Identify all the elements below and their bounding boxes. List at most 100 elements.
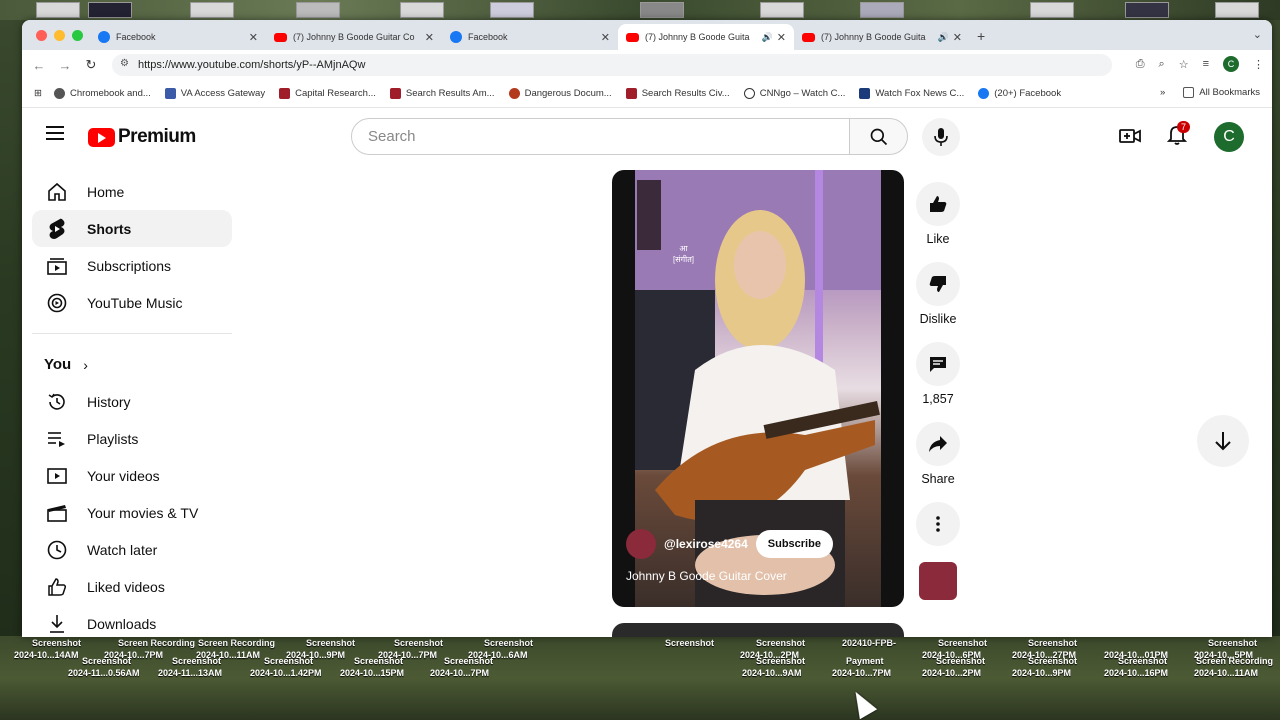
sidebar-item-watch-later[interactable]: Watch later <box>32 531 232 568</box>
search-input[interactable]: Search <box>351 118 851 155</box>
desktop-file-thumbnail[interactable] <box>1125 2 1169 18</box>
zoom-icon[interactable]: ⌕ <box>1159 58 1165 71</box>
sidebar-you-header[interactable]: You › <box>32 346 232 383</box>
desktop-file-thumbnail[interactable] <box>36 2 80 18</box>
desktop-file-name[interactable]: Screenshot <box>936 656 985 666</box>
desktop-file-name[interactable]: Payment <box>846 656 884 666</box>
share-button[interactable] <box>916 422 960 466</box>
desktop-file-thumbnail[interactable] <box>88 2 132 18</box>
desktop-file-thumbnail[interactable] <box>190 2 234 18</box>
media-controls-icon[interactable]: ≡ <box>1203 58 1209 70</box>
sound-thumbnail[interactable] <box>919 562 957 600</box>
subscribe-button[interactable]: Subscribe <box>755 530 833 558</box>
bookmark-item[interactable]: Chromebook and... <box>53 88 151 99</box>
bookmark-item[interactable]: Watch Fox News C... <box>859 88 964 99</box>
next-short-preview[interactable] <box>612 623 904 637</box>
bookmark-item[interactable]: (20+) Facebook <box>978 88 1061 99</box>
close-tab-icon[interactable]: ✕ <box>601 31 610 44</box>
comments-button[interactable] <box>916 342 960 386</box>
desktop-file-name[interactable]: Screenshot <box>1118 656 1167 666</box>
desktop-file-name[interactable]: Screenshot <box>665 638 714 648</box>
desktop-file-name[interactable]: Screenshot <box>264 656 313 666</box>
desktop-file-name[interactable]: Screen Recording <box>118 638 195 648</box>
desktop-file-name[interactable]: Screenshot <box>82 656 131 666</box>
desktop-file-name[interactable]: Screen Recording <box>198 638 275 648</box>
desktop-file-name[interactable]: Screenshot <box>1208 638 1257 648</box>
channel-avatar[interactable] <box>626 529 656 559</box>
desktop-file-name[interactable]: 202410-FPB- <box>842 638 896 648</box>
account-avatar[interactable]: C <box>1214 122 1244 152</box>
desktop-file-name[interactable]: Screenshot <box>1028 638 1077 648</box>
sidebar-item-your-videos[interactable]: Your videos <box>32 457 232 494</box>
bookmark-item[interactable]: VA Access Gateway <box>164 88 265 99</box>
sidebar-item-shorts[interactable]: Shorts <box>32 210 232 247</box>
desktop-file-thumbnail[interactable] <box>1030 2 1074 18</box>
desktop-file-name[interactable]: Screenshot <box>484 638 533 648</box>
all-bookmarks-button[interactable]: All Bookmarks <box>1183 87 1260 98</box>
back-icon[interactable]: ← <box>26 58 52 73</box>
desktop-file-name[interactable]: Screenshot <box>354 656 403 666</box>
desktop-file-name[interactable]: Screenshot <box>32 638 81 648</box>
new-tab-icon[interactable]: + <box>977 28 985 44</box>
sidebar-item-liked-videos[interactable]: Liked videos <box>32 568 232 605</box>
speaker-icon[interactable]: 🔊 <box>938 32 949 43</box>
more-bookmarks-icon[interactable]: » <box>1160 87 1165 98</box>
desktop-file-name[interactable]: Screenshot <box>756 638 805 648</box>
menu-icon[interactable] <box>46 126 64 144</box>
channel-name[interactable]: @lexirose4264 <box>664 537 748 551</box>
browser-tab[interactable]: Facebook ✕ <box>90 24 266 50</box>
browser-tab[interactable]: (7) Johnny B Goode Guitar Co ✕ <box>266 24 442 50</box>
close-tab-icon[interactable]: ✕ <box>777 31 786 44</box>
forward-icon[interactable]: → <box>52 58 78 73</box>
bookmark-item[interactable]: Dangerous Docum... <box>508 88 612 99</box>
desktop-file-thumbnail[interactable] <box>640 2 684 18</box>
browser-tab[interactable]: (7) Johnny B Goode Guita 🔊 ✕ <box>794 24 970 50</box>
desktop-file-thumbnail[interactable] <box>1215 2 1259 18</box>
short-video-player[interactable]: आ [संगीत] @lexirose4264 Subscribe Johnny… <box>612 170 904 607</box>
bookmark-item[interactable]: CNNgo – Watch C... <box>743 88 845 99</box>
bookmark-star-icon[interactable]: ☆ <box>1179 58 1189 71</box>
desktop-file-name[interactable]: Screenshot <box>756 656 805 666</box>
dislike-button[interactable] <box>916 262 960 306</box>
like-button[interactable] <box>916 182 960 226</box>
desktop-file-name[interactable]: Screenshot <box>1028 656 1077 666</box>
desktop-file-name[interactable]: Screenshot <box>306 638 355 648</box>
sidebar-item-subscriptions[interactable]: Subscriptions <box>32 247 232 284</box>
desktop-file-name[interactable]: Screenshot <box>938 638 987 648</box>
youtube-logo[interactable]: Premium <box>88 126 196 148</box>
sidebar-item-playlists[interactable]: Playlists <box>32 420 232 457</box>
next-short-button[interactable] <box>1197 415 1249 467</box>
profile-avatar[interactable]: C <box>1223 56 1239 72</box>
browser-tab[interactable]: Facebook ✕ <box>442 24 618 50</box>
sidebar-item-history[interactable]: History <box>32 383 232 420</box>
close-tab-icon[interactable]: ✕ <box>425 31 434 44</box>
sidebar-item-movies-tv[interactable]: Your movies & TV <box>32 494 232 531</box>
create-button[interactable] <box>1119 126 1141 151</box>
chrome-menu-icon[interactable]: ⋮ <box>1253 58 1264 71</box>
speaker-icon[interactable]: 🔊 <box>762 32 773 43</box>
close-window-button[interactable] <box>36 30 47 41</box>
site-info-icon[interactable]: ⚙ <box>120 58 129 69</box>
desktop-file-thumbnail[interactable] <box>860 2 904 18</box>
desktop-file-thumbnail[interactable] <box>296 2 340 18</box>
browser-tab-active[interactable]: (7) Johnny B Goode Guita 🔊 ✕ <box>618 24 794 50</box>
reload-icon[interactable]: ↻ <box>78 57 104 73</box>
apps-grid-icon[interactable]: ⊞ <box>34 88 42 99</box>
tab-search-icon[interactable]: ⌄ <box>1253 28 1262 41</box>
sidebar-item-downloads[interactable]: Downloads <box>32 605 232 637</box>
voice-search-button[interactable] <box>922 118 960 156</box>
desktop-file-name[interactable]: Screenshot <box>172 656 221 666</box>
maximize-window-button[interactable] <box>72 30 83 41</box>
close-tab-icon[interactable]: ✕ <box>249 31 258 44</box>
more-options-button[interactable] <box>916 502 960 546</box>
desktop-file-thumbnail[interactable] <box>760 2 804 18</box>
bookmark-item[interactable]: Search Results Civ... <box>625 88 730 99</box>
url-field[interactable]: ⚙ https://www.youtube.com/shorts/yP--AMj… <box>112 54 1112 76</box>
desktop-file-name[interactable]: Screen Recording <box>1196 656 1273 666</box>
desktop-file-name[interactable]: Screenshot <box>444 656 493 666</box>
short-title[interactable]: Johnny B Goode Guitar Cover <box>626 569 833 583</box>
bookmark-item[interactable]: Capital Research... <box>279 88 376 99</box>
desktop-file-name[interactable]: Screenshot <box>394 638 443 648</box>
search-button[interactable] <box>849 118 908 155</box>
close-tab-icon[interactable]: ✕ <box>953 31 962 44</box>
